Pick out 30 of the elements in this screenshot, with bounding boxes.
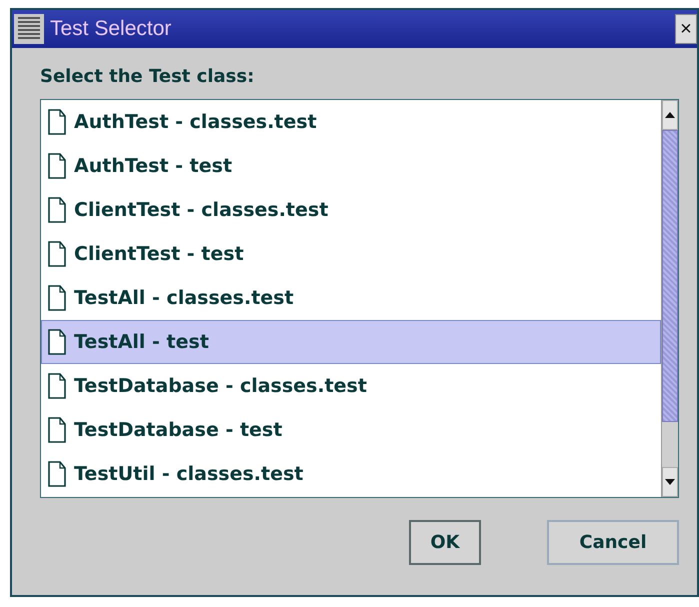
file-icon bbox=[48, 417, 66, 443]
ok-button[interactable]: OK bbox=[409, 520, 481, 565]
file-icon bbox=[48, 373, 66, 399]
list-item[interactable]: TestDatabase - test bbox=[41, 408, 661, 452]
list-item[interactable]: TestAll - classes.test bbox=[41, 276, 661, 320]
up-arrow-icon bbox=[665, 112, 675, 118]
cancel-button[interactable]: Cancel bbox=[547, 520, 679, 565]
scroll-up-button[interactable] bbox=[662, 100, 678, 130]
file-icon bbox=[48, 461, 66, 487]
window-title: Test Selector bbox=[50, 17, 172, 41]
file-icon bbox=[48, 285, 66, 311]
list-item[interactable]: AuthTest - test bbox=[41, 144, 661, 188]
scrollbar[interactable] bbox=[661, 100, 678, 497]
file-icon bbox=[48, 109, 66, 135]
list-item[interactable]: TestAll - test bbox=[41, 320, 661, 364]
prompt-label: Select the Test class: bbox=[40, 66, 256, 87]
menu-icon[interactable] bbox=[14, 14, 44, 44]
list-item[interactable]: TestUtil - classes.test bbox=[41, 452, 661, 496]
close-button[interactable]: × bbox=[675, 14, 697, 44]
list-item[interactable]: TestDatabase - classes.test bbox=[41, 364, 661, 408]
file-icon bbox=[48, 241, 66, 267]
down-arrow-icon bbox=[665, 479, 675, 485]
list-item[interactable]: ClientTest - classes.test bbox=[41, 188, 661, 232]
list-item[interactable]: AuthTest - classes.test bbox=[41, 100, 661, 144]
scroll-down-button[interactable] bbox=[662, 467, 678, 497]
scroll-thumb[interactable] bbox=[662, 130, 678, 422]
file-icon bbox=[48, 197, 66, 223]
file-icon bbox=[48, 329, 66, 355]
list-item[interactable]: ClientTest - test bbox=[41, 232, 661, 276]
file-icon bbox=[48, 153, 66, 179]
